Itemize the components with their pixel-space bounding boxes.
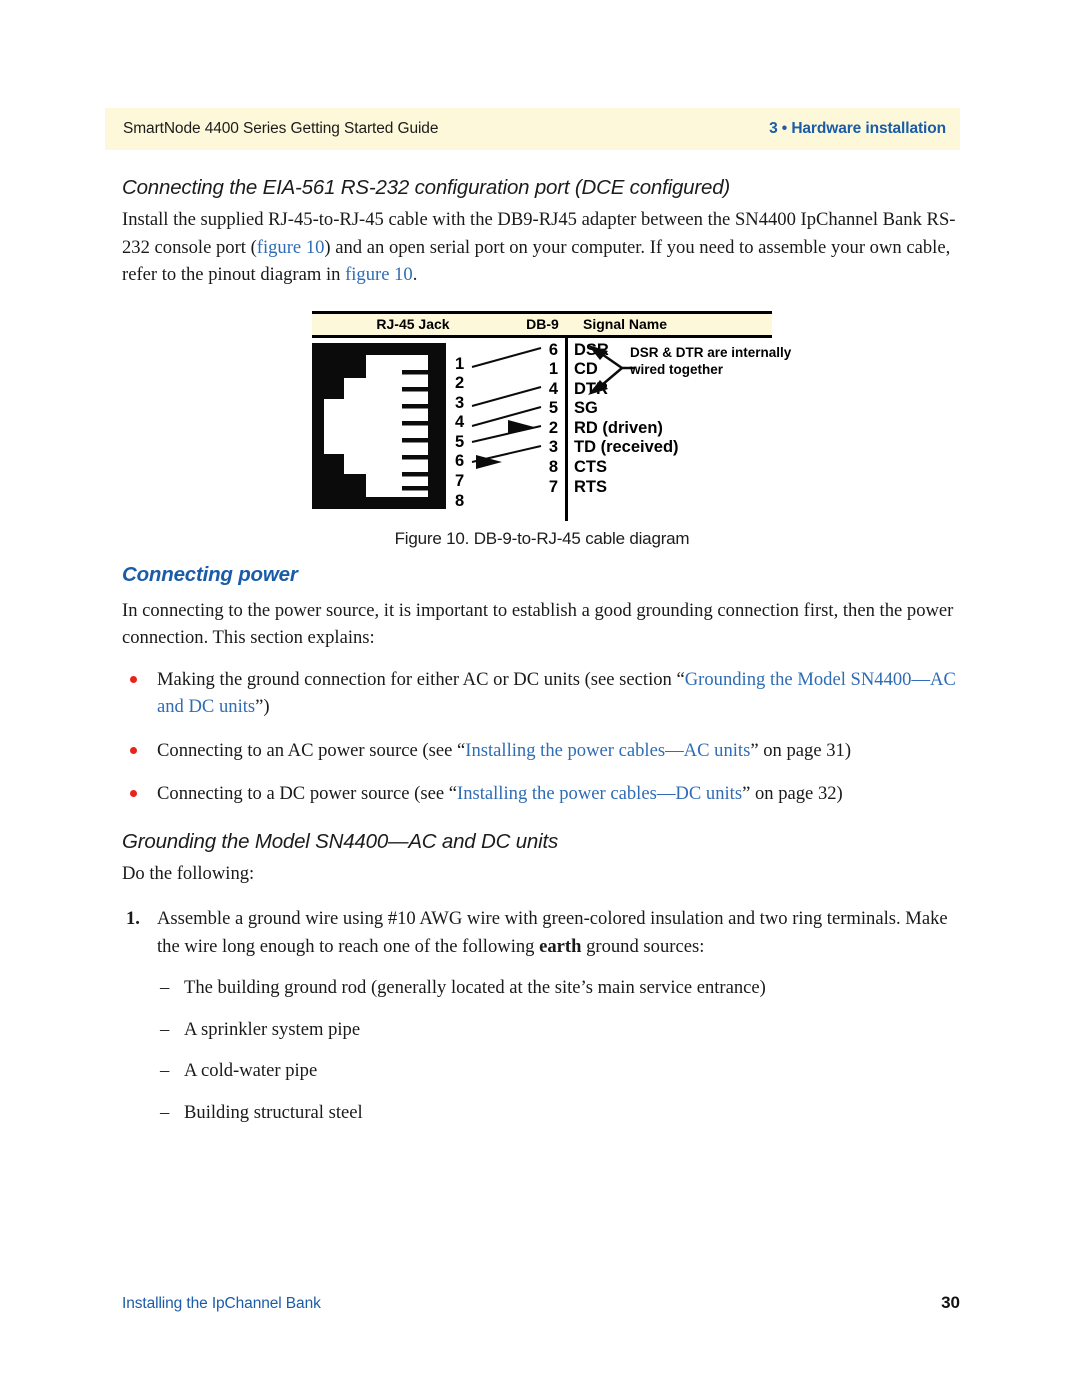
- column-header-db9: DB-9: [526, 316, 559, 332]
- list-item: Making the ground connection for either …: [122, 666, 962, 721]
- wire-rj5-db2: [471, 424, 542, 443]
- dash-marker: –: [160, 1101, 170, 1123]
- power-bullet-list: Making the ground connection for either …: [122, 666, 962, 808]
- header-chapter-title: 3 • Hardware installation: [769, 120, 946, 137]
- arrow-right-rd: [508, 419, 534, 434]
- grounding-intro: Do the following:: [122, 862, 255, 884]
- ground-source-list: – The building ground rod (generally loca…: [122, 974, 962, 1126]
- dash-marker: –: [160, 1018, 170, 1040]
- bullet-text-post: ”): [255, 696, 270, 717]
- ground-source-text: A sprinkler system pipe: [184, 1018, 361, 1040]
- header-document-title: SmartNode 4400 Series Getting Started Gu…: [123, 120, 439, 137]
- page-content: Connecting the EIA-561 RS-232 configurat…: [122, 176, 962, 1140]
- bullet-dot-icon: [130, 675, 137, 683]
- bullet-dot-icon: [130, 746, 137, 754]
- running-header: SmartNode 4400 Series Getting Started Gu…: [105, 108, 960, 150]
- list-item: Connecting to an AC power source (see “I…: [122, 737, 962, 765]
- list-item: – Building structural steel: [122, 1099, 962, 1127]
- annotation-line-2: wired together: [630, 361, 724, 377]
- bullet-text-post: ” on page 32): [742, 783, 843, 804]
- table-body: 1 2 3 4 5 6 7 8 6 1 4 5 2 3 8 7 DSR CD D…: [312, 337, 791, 521]
- figure-10-block: RJ-45 Jack DB-9 Signal Name 1 2 3 4 5 6 …: [122, 310, 962, 563]
- list-item: 1. Assemble a ground wire using #10 AWG w…: [122, 905, 962, 960]
- wire-rj1-db6: [471, 346, 542, 368]
- page-footer: Installing the IpChannel Bank 30: [122, 1293, 960, 1313]
- wire-rj3-db4: [471, 385, 542, 407]
- connecting-power-intro: In connecting to the power source, it is…: [122, 599, 954, 649]
- bullet-text-pre: Connecting to an AC power source (see “: [157, 739, 466, 761]
- ground-source-text: A cold-water pipe: [184, 1060, 318, 1081]
- list-item: – The building ground rod (generally loca…: [122, 974, 962, 1002]
- step-text-post: ground sources:: [581, 935, 705, 957]
- step-number: 1.: [126, 908, 140, 929]
- section-intro-paragraph: Install the supplied RJ-45-to-RJ-45 cabl…: [122, 206, 962, 289]
- figure-10-link-2[interactable]: figure 10: [345, 264, 413, 285]
- figure-annotation: DSR & DTR are internally wired together: [630, 344, 791, 378]
- bullet-text-pre: Connecting to a DC power source (see “: [157, 783, 457, 804]
- table-header-row: RJ-45 Jack DB-9 Signal Name: [312, 313, 772, 335]
- cable-diagram-table: RJ-45 Jack DB-9 Signal Name 1 2 3 4 5 6 …: [312, 310, 791, 521]
- list-item: – A sprinkler system pipe: [122, 1016, 962, 1044]
- bullet-dot-icon: [130, 790, 137, 797]
- wire-rj4-db5: [471, 405, 542, 427]
- figure-10-link-1[interactable]: figure 10: [257, 237, 325, 258]
- column-header-signal-name: Signal Name: [583, 316, 668, 332]
- column-header-rj45: RJ-45 Jack: [376, 316, 450, 332]
- dash-marker: –: [160, 977, 170, 998]
- connecting-power-heading: Connecting power: [122, 562, 298, 586]
- section-heading: Connecting the EIA-561 RS-232 configurat…: [122, 176, 731, 199]
- intro-text-part3: .: [412, 264, 418, 285]
- ground-source-text: Building structural steel: [184, 1101, 363, 1123]
- figure-caption: Figure 10. DB-9-to-RJ-45 cable diagram: [394, 528, 690, 548]
- bullet-text-post: ” on page 31): [750, 739, 852, 761]
- annotation-line-1: DSR & DTR are internally: [630, 344, 792, 360]
- bullet-cross-reference-link[interactable]: Installing the power cables—AC units: [465, 740, 750, 761]
- document-page: SmartNode 4400 Series Getting Started Gu…: [0, 0, 1080, 1397]
- bullet-cross-reference-link[interactable]: Installing the power cables—DC units: [457, 783, 742, 804]
- dash-marker: –: [160, 1060, 170, 1081]
- grounding-step-list: 1. Assemble a ground wire using #10 AWG w…: [122, 905, 962, 960]
- bullet-text-pre: Making the ground connection for either …: [157, 668, 685, 690]
- footer-page-number: 30: [941, 1293, 960, 1312]
- footer-section-label: Installing the IpChannel Bank: [122, 1295, 321, 1312]
- list-item: Connecting to a DC power source (see “In…: [122, 780, 962, 808]
- step-text-emphasis: earth: [539, 935, 582, 957]
- ground-source-text: The building ground rod (generally locat…: [184, 977, 766, 998]
- list-item: – A cold-water pipe: [122, 1057, 962, 1085]
- grounding-heading: Grounding the Model SN4400—AC and DC uni…: [122, 829, 559, 853]
